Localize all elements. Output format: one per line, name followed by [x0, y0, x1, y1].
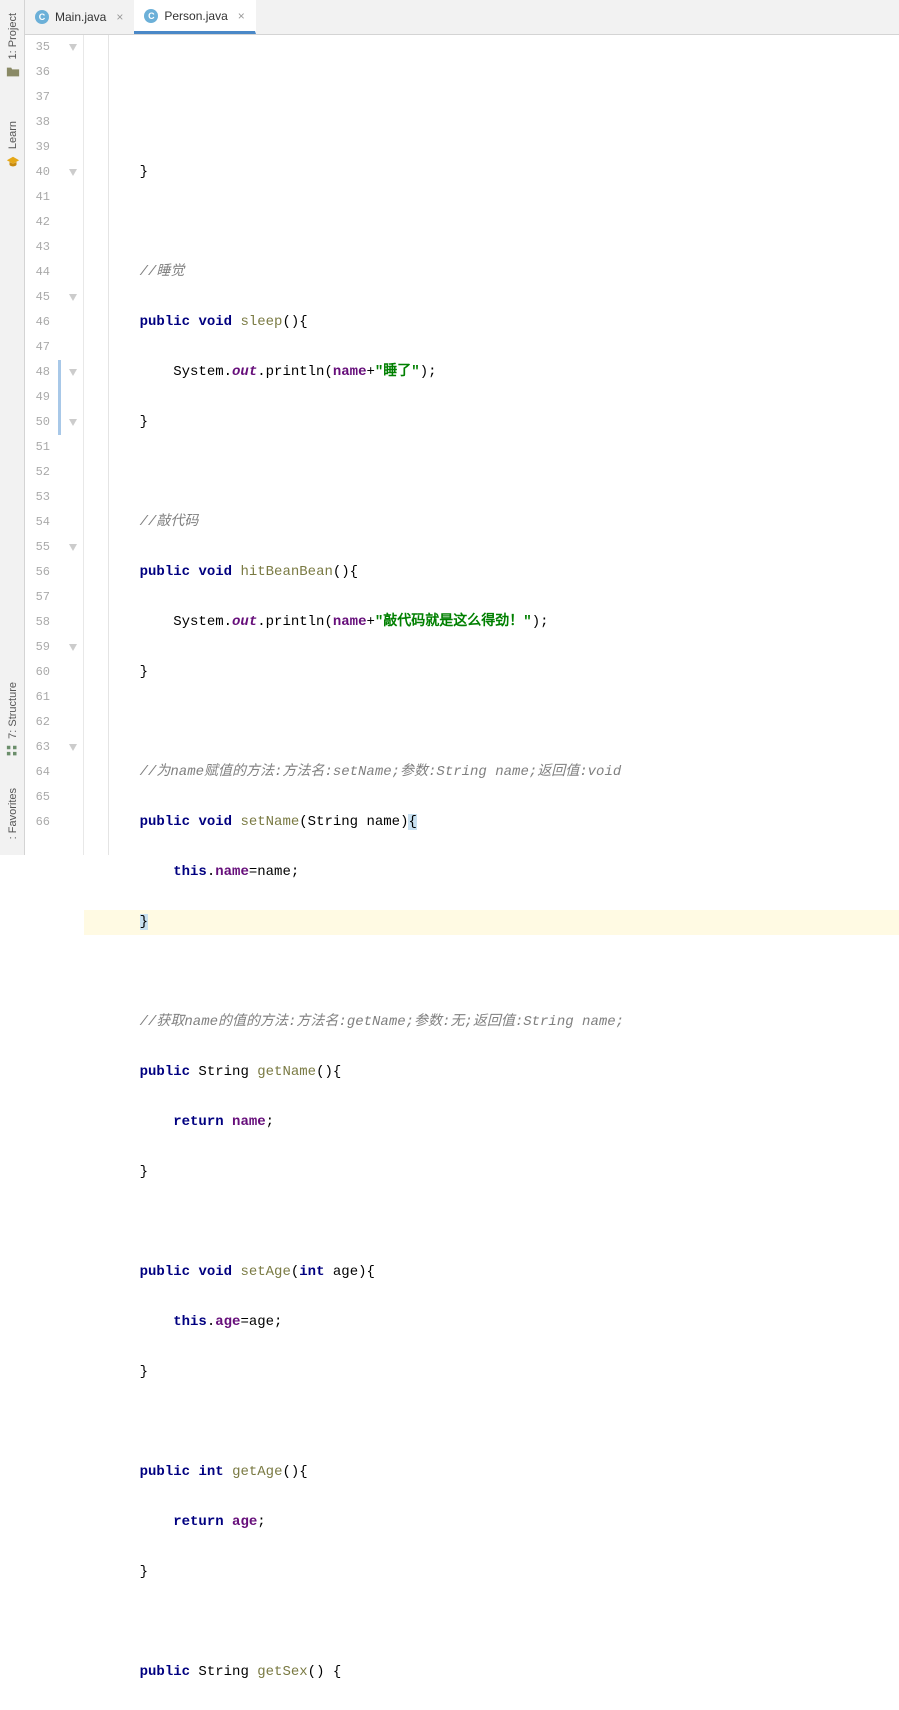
code-line: return age; — [84, 1510, 899, 1535]
fold-toggle-icon[interactable] — [66, 291, 79, 304]
java-class-icon: C — [35, 10, 49, 24]
code-line: //敲代码 — [84, 510, 899, 535]
fold-toggle-icon[interactable] — [66, 641, 79, 654]
structure-icon — [6, 744, 20, 758]
tab-label: Person.java — [164, 9, 227, 23]
code-line: public void setName(String name){ — [84, 810, 899, 835]
sidebar-btn-structure[interactable]: 7: Structure — [0, 675, 25, 765]
close-icon[interactable]: × — [238, 9, 245, 23]
code-line: } — [84, 1360, 899, 1385]
close-icon[interactable]: × — [116, 10, 123, 24]
sidebar-label: 1: Project — [7, 13, 19, 59]
fold-toggle-icon[interactable] — [66, 541, 79, 554]
code-area[interactable]: } //睡觉 public void sleep(){ System.out.p… — [83, 35, 899, 855]
code-line: this.name=name; — [84, 860, 899, 885]
code-line: public int getAge(){ — [84, 1460, 899, 1485]
code-line: System.out.println(name+"睡了"); — [84, 360, 899, 385]
code-line: System.out.println(name+"敲代码就是这么得劲！"); — [84, 610, 899, 635]
fold-toggle-icon[interactable] — [66, 166, 79, 179]
code-line: } — [84, 1560, 899, 1585]
tab-person[interactable]: C Person.java × — [134, 0, 255, 34]
code-line: this.age=age; — [84, 1310, 899, 1335]
sidebar-label: Learn — [7, 121, 19, 149]
code-line: public void sleep(){ — [84, 310, 899, 335]
code-line: } — [84, 1160, 899, 1185]
code-line: //获取name的值的方法:方法名:getName;参数:无;返回值:Strin… — [84, 1010, 899, 1035]
fold-gutter — [63, 35, 83, 855]
sidebar-btn-favorites[interactable]: : Favorites — [0, 775, 25, 855]
code-line: return name; — [84, 1110, 899, 1135]
code-line: } — [84, 160, 899, 185]
code-line — [84, 1410, 899, 1435]
code-line — [84, 1610, 899, 1635]
graduation-cap-icon — [6, 155, 20, 169]
code-line: public String getSex() { — [84, 1660, 899, 1685]
sidebar-label: : Favorites — [7, 788, 19, 839]
java-class-icon: C — [144, 9, 158, 23]
code-line-current: } — [84, 910, 899, 935]
code-line: public String getName(){ — [84, 1060, 899, 1085]
code-line: public void setAge(int age){ — [84, 1260, 899, 1285]
code-line — [84, 460, 899, 485]
folder-icon — [6, 65, 20, 79]
sidebar-btn-learn[interactable]: Learn — [0, 120, 25, 170]
code-editor[interactable]: 3536373839404142434445464748495051525354… — [25, 35, 899, 855]
tab-main[interactable]: C Main.java × — [25, 0, 134, 34]
fold-toggle-icon[interactable] — [66, 366, 79, 379]
code-line: } — [84, 660, 899, 685]
tool-sidebar: 1: Project Learn 7: Structure : Favorite… — [0, 0, 25, 855]
code-line: //为name赋值的方法:方法名:setName;参数:String name;… — [84, 760, 899, 785]
code-line: } — [84, 410, 899, 435]
code-line: public void hitBeanBean(){ — [84, 560, 899, 585]
line-number-gutter: 3536373839404142434445464748495051525354… — [25, 35, 58, 855]
code-line — [84, 210, 899, 235]
code-line: //睡觉 — [84, 260, 899, 285]
tab-label: Main.java — [55, 10, 106, 24]
editor-tabs: C Main.java × C Person.java × — [25, 0, 899, 35]
code-line — [84, 710, 899, 735]
code-line — [84, 1210, 899, 1235]
sidebar-btn-project[interactable]: 1: Project — [0, 6, 25, 86]
fold-toggle-icon[interactable] — [66, 416, 79, 429]
fold-toggle-icon[interactable] — [66, 41, 79, 54]
fold-toggle-icon[interactable] — [66, 741, 79, 754]
sidebar-label: 7: Structure — [7, 682, 19, 739]
code-line — [84, 960, 899, 985]
